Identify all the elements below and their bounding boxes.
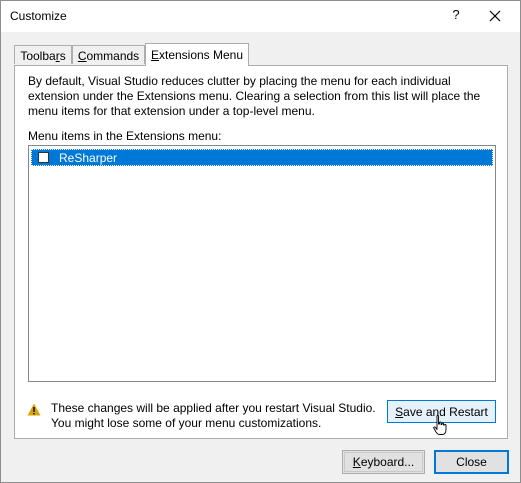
title-bar: Customize ?	[1, 1, 520, 32]
resharper-checkbox[interactable]	[38, 152, 49, 163]
list-item-resharper[interactable]: ReSharper	[31, 149, 493, 166]
tab-extensions-menu[interactable]: Extensions Menu	[145, 43, 249, 66]
keyboard-button[interactable]: Keyboard...	[342, 450, 425, 474]
close-icon	[489, 10, 501, 22]
list-item-label: ReSharper	[59, 151, 118, 165]
tab-toolbars[interactable]: Toolbars	[14, 45, 72, 64]
warning-text: These changes will be applied after you …	[51, 401, 376, 431]
warning-line-1: These changes will be applied after you …	[51, 401, 376, 415]
list-label: Menu items in the Extensions menu:	[28, 129, 222, 143]
tab-commands[interactable]: Commands	[72, 45, 145, 64]
warning-line-2: You might lose some of your menu customi…	[51, 416, 322, 430]
close-button[interactable]: Close	[434, 450, 509, 474]
extensions-menu-list[interactable]: ReSharper	[28, 145, 496, 382]
extensions-menu-panel: By default, Visual Studio reduces clutte…	[14, 65, 508, 439]
description-text: By default, Visual Studio reduces clutte…	[28, 74, 481, 118]
customize-dialog: Customize ? Toolbars Commands Extensions…	[0, 0, 521, 483]
warning-icon	[27, 403, 41, 416]
close-window-button[interactable]	[487, 8, 503, 24]
help-button[interactable]: ?	[449, 7, 463, 25]
save-and-restart-button[interactable]: Save and Restart	[387, 400, 496, 423]
window-title: Customize	[10, 9, 67, 23]
